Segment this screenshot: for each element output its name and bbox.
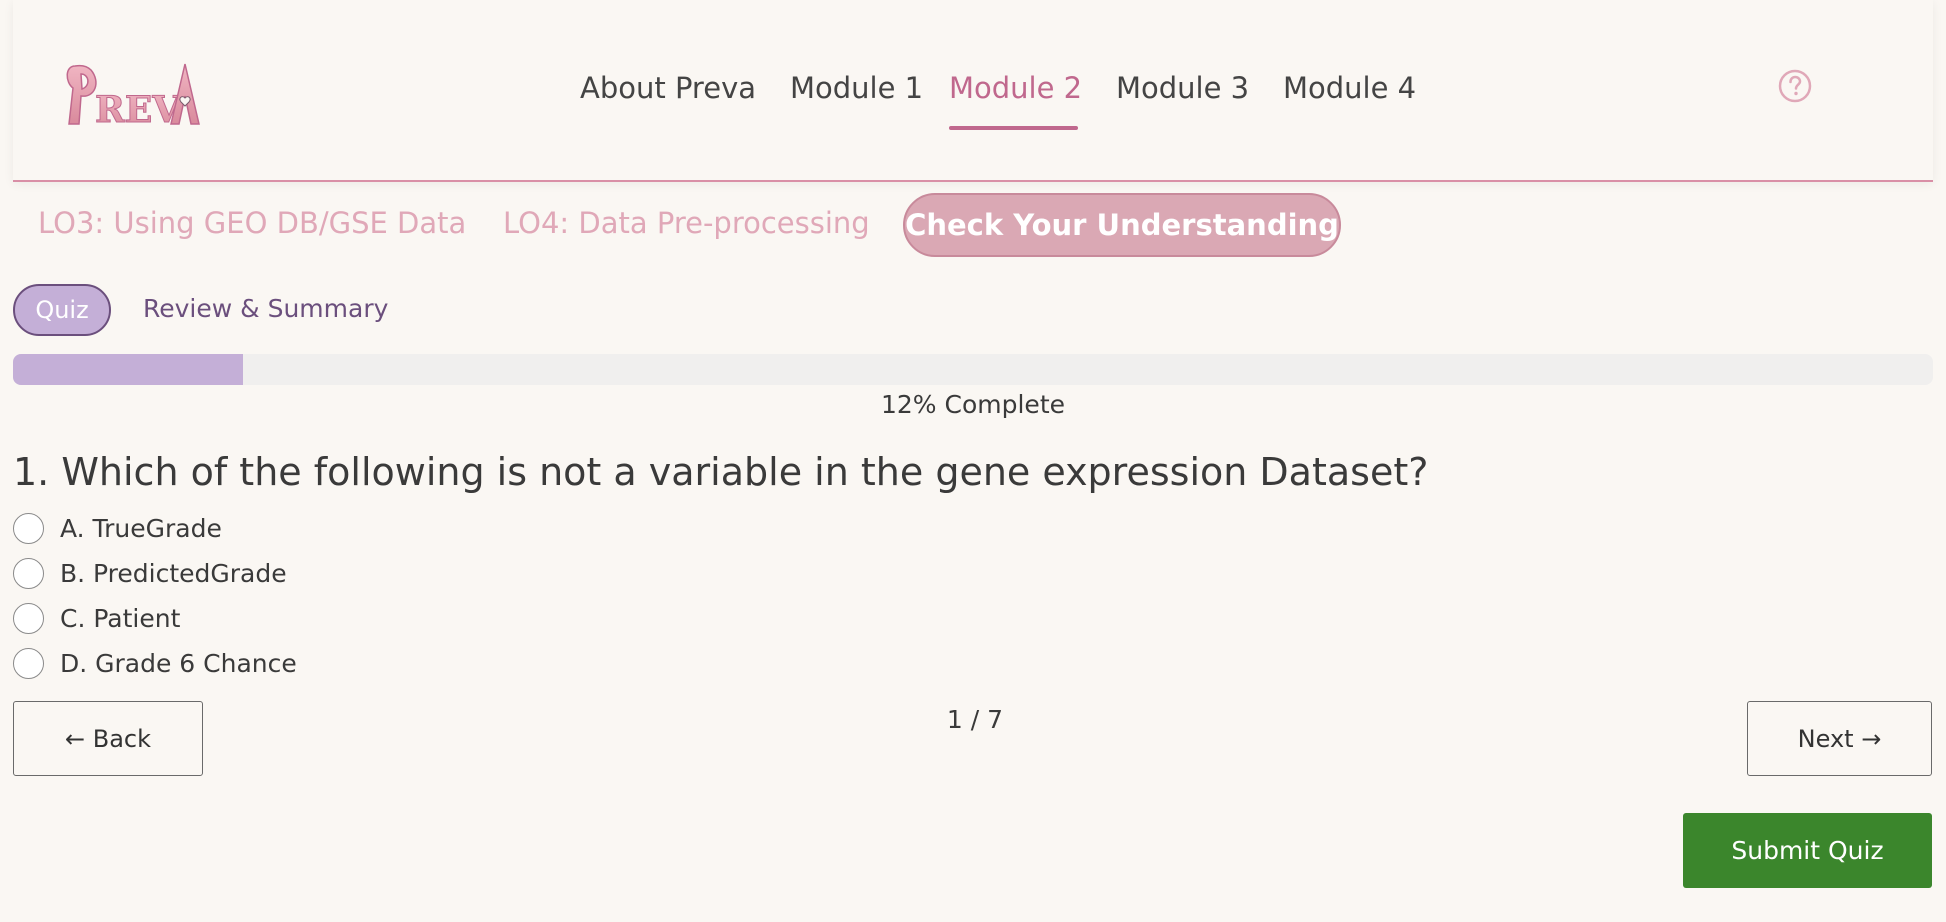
subtab-quiz[interactable]: Quiz — [13, 284, 111, 336]
progress-bar — [13, 354, 1933, 385]
progress-label: 12% Complete — [881, 390, 1065, 419]
question-text: 1. Which of the following is not a varia… — [13, 450, 1429, 494]
nav-about-preva[interactable]: About Preva — [580, 70, 756, 106]
top-header: REV About Preva Module 1 Module 2 Module… — [13, 0, 1933, 182]
radio-button[interactable] — [13, 513, 44, 544]
question-counter: 1 / 7 — [946, 705, 1004, 734]
tab-check-your-understanding[interactable]: Check Your Understanding — [903, 193, 1341, 257]
option-label: B. PredictedGrade — [60, 559, 287, 588]
option-label: A. TrueGrade — [60, 514, 222, 543]
subtab-review-summary[interactable]: Review & Summary — [143, 293, 388, 325]
main-nav: About Preva Module 1 Module 2 Module 3 M… — [13, 0, 1933, 182]
tab-lo3[interactable]: LO3: Using GEO DB/GSE Data — [38, 205, 466, 241]
tab-lo4[interactable]: LO4: Data Pre-processing — [503, 205, 870, 241]
option-label: C. Patient — [60, 604, 181, 633]
question-circle-icon[interactable] — [1777, 68, 1813, 104]
option-a[interactable]: A. TrueGrade — [13, 506, 297, 551]
option-d[interactable]: D. Grade 6 Chance — [13, 641, 297, 686]
progress-fill — [13, 354, 244, 385]
nav-module-4[interactable]: Module 4 — [1283, 70, 1416, 106]
option-label: D. Grade 6 Chance — [60, 649, 297, 678]
submit-quiz-button[interactable]: Submit Quiz — [1683, 813, 1932, 888]
nav-module-1[interactable]: Module 1 — [790, 70, 923, 106]
answer-options: A. TrueGrade B. PredictedGrade C. Patien… — [13, 506, 297, 686]
radio-button[interactable] — [13, 558, 44, 589]
option-c[interactable]: C. Patient — [13, 596, 297, 641]
nav-module-2[interactable]: Module 2 — [949, 70, 1082, 106]
radio-button[interactable] — [13, 648, 44, 679]
option-b[interactable]: B. PredictedGrade — [13, 551, 297, 596]
back-button[interactable]: ← Back — [13, 701, 203, 776]
active-nav-indicator — [949, 126, 1078, 130]
nav-module-3[interactable]: Module 3 — [1116, 70, 1249, 106]
radio-button[interactable] — [13, 603, 44, 634]
next-button[interactable]: Next → — [1747, 701, 1932, 776]
